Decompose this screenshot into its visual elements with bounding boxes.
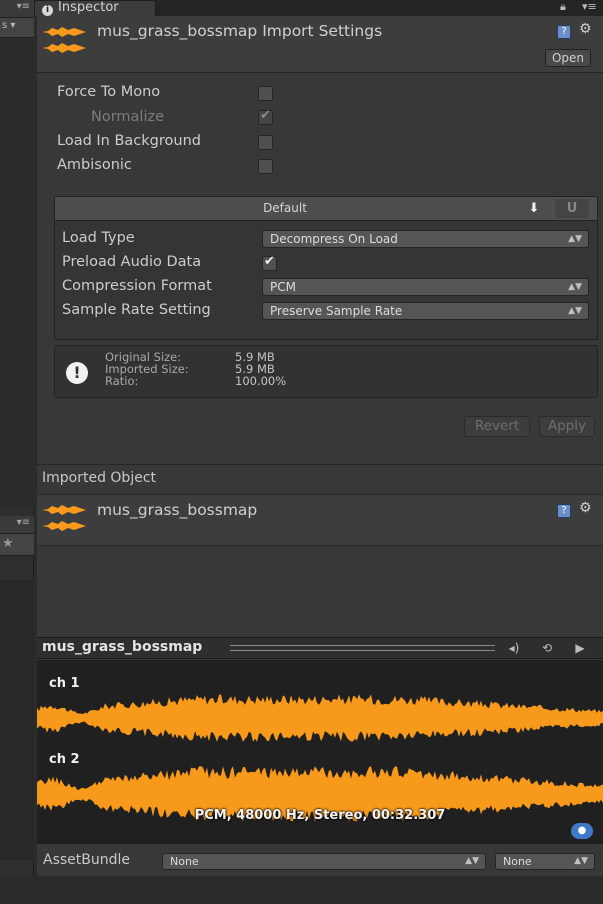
unity-platform-icon[interactable]: U [555, 199, 589, 218]
dropdown-arrows-icon: ▲▼ [568, 282, 582, 292]
dropdown-arrows-icon: ▲▼ [465, 856, 479, 866]
left-panel2-menu-icon[interactable]: ▾≡ [17, 517, 30, 528]
channel-1-label: ch 1 [49, 676, 80, 691]
compression-format-label: Compression Format [62, 278, 212, 294]
dropdown-arrows-icon: ▲▼ [568, 306, 582, 316]
bottom-status-strip [0, 876, 603, 904]
force-to-mono-checkbox[interactable] [258, 86, 273, 101]
dropdown-arrows-icon: ▲▼ [574, 856, 588, 866]
sample-rate-setting-value: Preserve Sample Rate [270, 304, 403, 318]
gear-icon[interactable]: ⚙ [579, 500, 592, 516]
sample-rate-setting-label: Sample Rate Setting [62, 302, 211, 318]
waveform-preview: ch 1 ch 2 PCM, 48000 Hz, Stereo, 00:32.3… [37, 660, 603, 844]
load-type-label: Load Type [62, 230, 135, 246]
left-panel2-toolbar: ★ [0, 534, 34, 556]
info-exclamation-icon: ! [66, 362, 88, 384]
favorite-star-icon[interactable]: ★ [2, 536, 14, 551]
assetbundle-name-value: None [170, 855, 199, 868]
assetbundle-variant-value: None [503, 855, 532, 868]
load-in-background-label: Load In Background [57, 133, 201, 149]
audio-volume-icon[interactable]: ◂) [503, 640, 525, 657]
sample-rate-setting-dropdown[interactable]: Preserve Sample Rate ▲▼ [262, 302, 589, 320]
compression-format-dropdown[interactable]: PCM ▲▼ [262, 278, 589, 296]
left-panel-strip: ▾≡ s ▾ ▾≡ ★ [0, 0, 34, 904]
tab-inspector[interactable]: i Inspector [34, 0, 156, 16]
audio-clip-icon [42, 27, 86, 53]
left-panel-content [0, 38, 34, 508]
preview-drag-bar[interactable] [230, 645, 495, 651]
help-icon[interactable]: ? [557, 25, 571, 39]
assetbundle-variant-dropdown[interactable]: None ▲▼ [495, 853, 595, 870]
label-tag-icon[interactable]: ● [571, 823, 593, 839]
force-to-mono-label: Force To Mono [57, 84, 161, 100]
inspector-tabbar: i Inspector 🔒︎ ▾≡ [34, 0, 603, 16]
audio-format-info: PCM, 48000 Hz, Stereo, 00:32.307 [194, 808, 446, 823]
audio-clip-icon [42, 505, 86, 531]
channel-2-label: ch 2 [49, 752, 80, 767]
platform-settings-box: Default ⬇ U Load Type Decompress On Load… [54, 196, 598, 340]
download-icon[interactable]: ⬇ [517, 199, 551, 218]
left-panel2-content [0, 580, 34, 860]
normalize-checkbox [258, 108, 273, 125]
ratio-label: Ratio: [105, 374, 139, 388]
dropdown-arrows-icon: ▲▼ [568, 234, 582, 244]
import-settings-title: mus_grass_bossmap Import Settings [97, 22, 383, 40]
waveform-channel-1 [37, 694, 603, 742]
gear-icon[interactable]: ⚙ [579, 21, 592, 37]
left-panel-toolbar: s ▾ [0, 18, 34, 38]
load-in-background-checkbox[interactable] [258, 135, 273, 150]
preview-title: mus_grass_bossmap [42, 639, 203, 655]
assetbundle-label: AssetBundle [43, 852, 131, 868]
left-panel-menu-icon[interactable]: ▾≡ [17, 1, 30, 12]
ratio-value: 100.00% [235, 374, 287, 388]
play-icon[interactable]: ▶ [569, 640, 591, 657]
preview-toolbar: mus_grass_bossmap ◂) ⟲ ▶ [37, 637, 603, 659]
help-icon[interactable]: ? [557, 504, 571, 518]
tab-default[interactable]: Default [55, 197, 515, 220]
imported-object-label: Imported Object [42, 470, 157, 486]
left-panel2-tabbar: ▾≡ [0, 516, 34, 534]
ambisonic-label: Ambisonic [57, 157, 132, 173]
imported-object-name: mus_grass_bossmap [97, 501, 258, 519]
inspector-panel: mus_grass_bossmap Import Settings ? ⚙ Op… [37, 16, 603, 904]
tab-inspector-label: Inspector [58, 0, 119, 15]
open-button[interactable]: Open [545, 49, 591, 67]
left-panel-tabbar: ▾≡ [0, 0, 34, 18]
info-icon: i [42, 5, 53, 16]
load-type-value: Decompress On Load [270, 232, 398, 246]
assetbundle-name-dropdown[interactable]: None ▲▼ [162, 853, 486, 870]
revert-button[interactable]: Revert [464, 416, 530, 437]
imported-object-body [37, 547, 603, 637]
size-info-box: ! Original Size: 5.9 MB Imported Size: 5… [54, 345, 598, 398]
import-settings-header: mus_grass_bossmap Import Settings ? ⚙ Op… [37, 16, 603, 73]
imported-object-header: mus_grass_bossmap ? ⚙ [37, 494, 603, 546]
preload-audio-data-checkbox[interactable] [262, 254, 277, 271]
ambisonic-checkbox[interactable] [258, 159, 273, 174]
menu-icon[interactable]: ▾≡ [582, 0, 597, 14]
lock-icon[interactable]: 🔒︎ [560, 0, 566, 14]
section-divider [37, 464, 603, 465]
preload-audio-data-label: Preload Audio Data [62, 254, 202, 270]
loop-icon[interactable]: ⟲ [536, 640, 558, 657]
platform-tabbar: Default ⬇ U [55, 197, 597, 221]
compression-format-value: PCM [270, 280, 296, 294]
apply-button[interactable]: Apply [539, 416, 595, 437]
load-type-dropdown[interactable]: Decompress On Load ▲▼ [262, 230, 589, 248]
left-panel-dropdown-icon[interactable]: s ▾ [2, 20, 15, 31]
normalize-label: Normalize [91, 109, 165, 125]
